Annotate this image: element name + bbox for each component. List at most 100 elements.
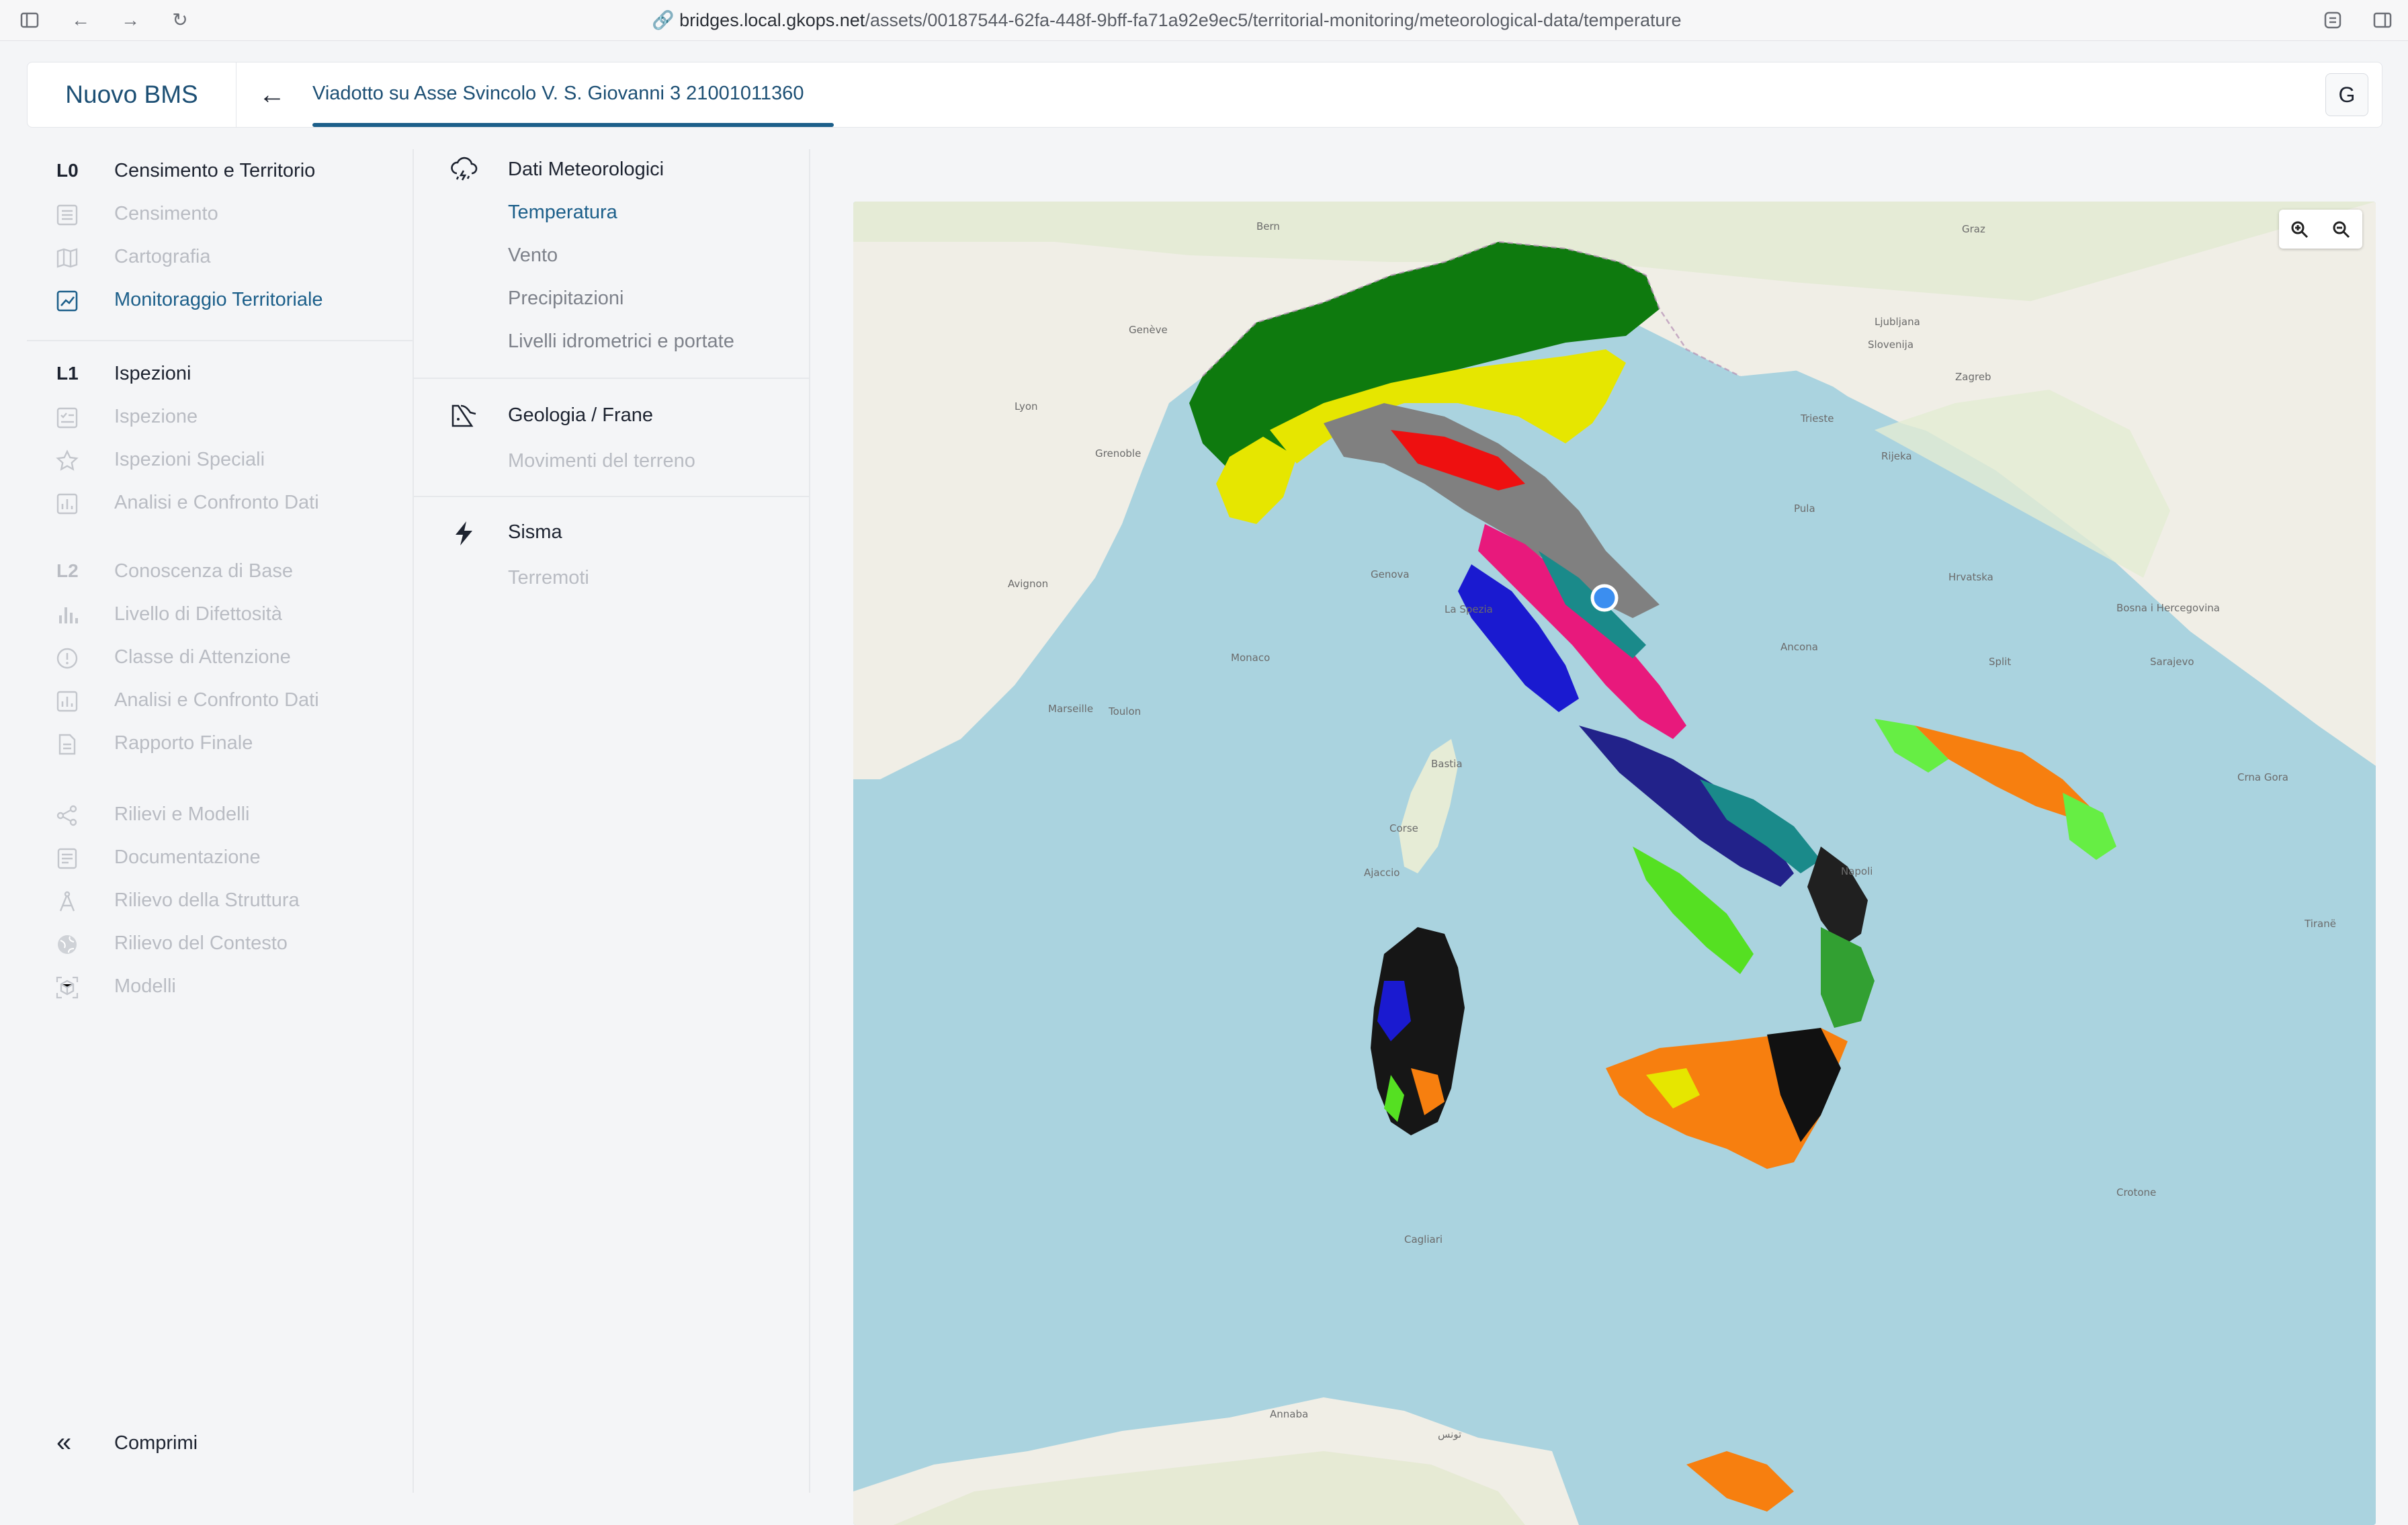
place-label: Toulon (1108, 705, 1141, 717)
zoom-out-button[interactable] (2321, 210, 2362, 249)
divider (414, 496, 809, 497)
star-icon (56, 449, 79, 471)
level-badge-l1: L1 (56, 363, 79, 384)
place-label: Napoli (1841, 865, 1873, 877)
sidebar-item-label: Ispezioni Speciali (114, 449, 265, 470)
sidebar-item-cartografia[interactable]: Cartografia (27, 236, 403, 279)
sidebar-item-ispezioni-speciali[interactable]: Ispezioni Speciali (27, 439, 403, 482)
sidebar-item-rapporto-finale[interactable]: Rapporto Finale (27, 723, 403, 766)
place-label: Tiranë (2304, 918, 2336, 930)
place-label: Bastia (1431, 758, 1463, 770)
sidebar-item-rilievo-struttura[interactable]: Rilievo della Struttura (27, 880, 403, 923)
compass-icon (59, 891, 75, 912)
sidebar-section-l0: L0 Censimento e Territorio (27, 150, 403, 193)
submenu-item-label: Precipitazioni (508, 288, 624, 309)
place-label: Ljubljana (1875, 316, 1920, 328)
submenu-item-label: Vento (508, 245, 558, 266)
sidebar-item-analisi-confronto-l2[interactable]: Analisi e Confronto Dati (27, 680, 403, 723)
map-icon (56, 248, 78, 268)
submenu-section-title: Dati Meteorologici (508, 159, 664, 180)
forward-arrow-icon[interactable]: → (120, 9, 141, 31)
place-label: Pula (1794, 503, 1815, 515)
place-label: Monaco (1231, 652, 1270, 664)
place-label: Bern (1256, 220, 1280, 232)
share-nodes-icon (56, 805, 77, 826)
submenu-section-title: Geologia / Frane (508, 404, 654, 426)
place-label: Bosna i Hercegovina (2116, 602, 2220, 614)
submenu-section-title: Sisma (508, 521, 562, 543)
submenu-item-label: Livelli idrometrici e portate (508, 331, 734, 352)
sidebar-section-title: Censimento e Territorio (114, 160, 316, 181)
alert-circle-icon (56, 648, 78, 669)
submenu-section-geologia: Geologia / Frane (414, 395, 804, 435)
sidebar-item-analisi-confronto-l1[interactable]: Analisi e Confronto Dati (27, 482, 403, 525)
zoom-in-button[interactable] (2279, 210, 2321, 249)
landslide-icon (452, 404, 476, 427)
zoom-in-icon (2291, 221, 2309, 238)
submenu-section-meteo: Dati Meteorologici (414, 149, 804, 189)
sidebar-toggle-icon[interactable] (19, 9, 40, 31)
place-label: Split (1989, 656, 2011, 668)
url-path: /assets/00187544-62fa-448f-9bff-fa71a92e… (865, 10, 1682, 30)
divider (27, 340, 413, 341)
bar-chart-icon (59, 607, 78, 623)
submenu-item-terremoti[interactable]: Terremoti (414, 558, 804, 598)
globe-icon (58, 935, 77, 954)
divider (414, 378, 809, 379)
sidebar-item-modelli[interactable]: Modelli (27, 966, 403, 1009)
submenu-item-movimenti-terreno[interactable]: Movimenti del terreno (414, 441, 804, 481)
sidebar-section-l1: L1 Ispezioni (27, 353, 403, 396)
bar-chart-box-icon (56, 493, 78, 515)
place-label: Crotone (2116, 1186, 2156, 1199)
submenu-item-livelli-idrometrici[interactable]: Livelli idrometrici e portate (414, 321, 804, 361)
sidebar-item-ispezione[interactable]: Ispezione (27, 396, 403, 439)
sidebar-item-livello-difettosita[interactable]: Livello di Difettosità (27, 594, 403, 637)
browser-toolbar: ← → ↻ 🔗 bridges.local.gkops.net/assets/0… (0, 0, 2408, 41)
place-label: تونس (1438, 1428, 1461, 1440)
place-label: Corse (1389, 822, 1418, 834)
app-header: Nuovo BMS ← Viadotto su Asse Svincolo V.… (27, 62, 2382, 128)
submenu-item-vento[interactable]: Vento (414, 235, 804, 275)
sidebar-item-documentazione[interactable]: Documentazione (27, 837, 403, 880)
place-label: Crna Gora (2237, 771, 2288, 783)
back-arrow-icon[interactable]: ← (70, 9, 91, 31)
asset-marker[interactable] (1590, 584, 1619, 612)
sidebar-item-label: Modelli (114, 975, 176, 997)
double-chevron-left-icon: « (56, 1428, 72, 1457)
submenu-item-temperatura[interactable]: Temperatura (414, 192, 804, 232)
brand-logo[interactable]: Nuovo BMS (28, 62, 236, 127)
avatar[interactable]: G (2325, 73, 2368, 116)
place-label: Zagreb (1955, 371, 1991, 383)
checklist-icon (56, 407, 78, 429)
submenu-item-precipitazioni[interactable]: Precipitazioni (414, 278, 804, 318)
sidebar-item-censimento[interactable]: Censimento (27, 193, 403, 236)
breadcrumb[interactable]: Viadotto su Asse Svincolo V. S. Giovanni… (312, 62, 804, 127)
sidebar-item-classe-attenzione[interactable]: Classe di Attenzione (27, 637, 403, 680)
back-button[interactable]: ← (256, 79, 288, 111)
place-label: Sarajevo (2150, 656, 2194, 668)
map-view[interactable]: Bern Genève Lyon Grenoble Avignon Marsei… (853, 202, 2376, 1525)
place-label: Ancona (1780, 641, 1818, 653)
address-bar[interactable]: 🔗 bridges.local.gkops.net/assets/0018754… (652, 7, 1682, 34)
place-label: Genève (1129, 324, 1168, 336)
map-canvas[interactable]: Bern Genève Lyon Grenoble Avignon Marsei… (853, 202, 2376, 1525)
sidebar-item-rilievo-contesto[interactable]: Rilievo del Contesto (27, 923, 403, 966)
place-label: Lyon (1015, 400, 1038, 412)
place-label: Slovenija (1868, 339, 1914, 351)
zoom-controls (2279, 210, 2362, 249)
collapse-sidebar-button[interactable]: « Comprimi (27, 1423, 403, 1466)
sidebar-item-label: Censimento (114, 203, 218, 224)
reload-icon[interactable]: ↻ (169, 9, 191, 31)
sidebar-item-monitoraggio-territoriale[interactable]: Monitoraggio Territoriale (27, 279, 403, 322)
sidebar-item-label: Rapporto Finale (114, 732, 253, 754)
url-host: bridges.local.gkops.net (679, 10, 865, 30)
sidebar-item-label: Classe di Attenzione (114, 646, 291, 668)
breadcrumb-underline (312, 123, 834, 127)
split-view-icon[interactable] (2372, 9, 2393, 31)
extension-icon[interactable] (2322, 9, 2344, 31)
place-label: Annaba (1270, 1408, 1308, 1420)
sidebar-item-rilievi-modelli[interactable]: Rilievi e Modelli (27, 794, 403, 837)
sidebar: L0 Censimento e Territorio Censimento Ca… (27, 149, 414, 1493)
submenu-panel: Dati Meteorologici Temperatura Vento Pre… (414, 149, 810, 1493)
submenu-item-label: Movimenti del terreno (508, 450, 695, 472)
